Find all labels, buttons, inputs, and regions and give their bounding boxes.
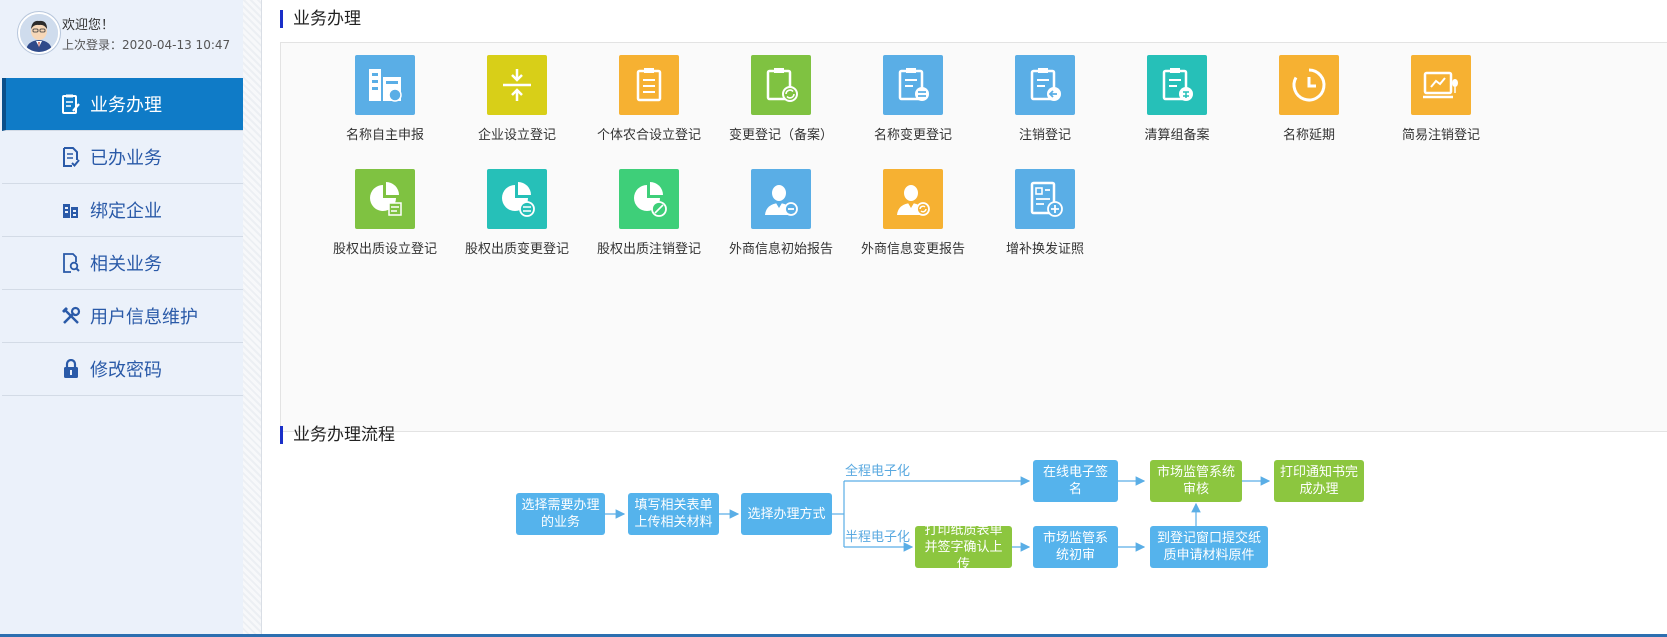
sidebar-item-related[interactable]: 相关业务 xyxy=(2,237,243,290)
sidebar-item-bind-enterprise[interactable]: 绑定企业 xyxy=(2,184,243,237)
pie-edit-icon xyxy=(355,169,415,229)
tile-pledge-change[interactable]: 股权出质变更登记 xyxy=(447,169,587,257)
document-check-icon xyxy=(60,146,82,168)
tile-foreign-initial[interactable]: 外商信息初始报告 xyxy=(711,169,851,257)
tile-label: 变更登记（备案） xyxy=(728,128,833,143)
flow-step-choose-method: 选择办理方式 xyxy=(741,493,832,535)
flow-step-initial-review: 市场监管系统初审 xyxy=(1033,526,1118,568)
flow-label-full: 全程电子化 xyxy=(845,464,911,479)
sidebar-item-password[interactable]: 修改密码 xyxy=(2,343,243,396)
flow-step-select-business: 选择需要办理的业务 xyxy=(516,493,605,535)
building-icon xyxy=(60,199,82,221)
tile-change-register[interactable]: 变更登记（备案） xyxy=(711,55,851,143)
sidebar-item-label: 修改密码 xyxy=(90,360,162,381)
flow-label-half: 半程电子化 xyxy=(845,530,911,545)
tile-label: 注销登记 xyxy=(1018,128,1071,143)
change-register-icon xyxy=(751,55,811,115)
business-panel: 名称自主申报 企业设立登记 个体农合设立登记 变更登记（备案） 名称变更登记 注… xyxy=(280,42,1667,432)
tile-label: 名称延期 xyxy=(1282,128,1335,143)
business-section-title: 业务办理 xyxy=(280,10,361,28)
tile-label: 名称变更登记 xyxy=(873,128,952,143)
tile-pledge-setup[interactable]: 股权出质设立登记 xyxy=(315,169,455,257)
tile-label: 增补换发证照 xyxy=(1005,242,1084,257)
avatar xyxy=(18,12,60,54)
clipboard-edit-icon xyxy=(60,93,82,115)
tile-label: 外商信息初始报告 xyxy=(728,242,833,257)
tile-individual-register[interactable]: 个体农合设立登记 xyxy=(579,55,719,143)
cancel-register-icon xyxy=(1015,55,1075,115)
tile-label: 股权出质变更登记 xyxy=(464,242,569,257)
name-declare-icon xyxy=(355,55,415,115)
sidebar-item-label: 用户信息维护 xyxy=(90,307,198,328)
welcome-text: 欢迎您！ xyxy=(62,18,115,33)
tile-liquidation[interactable]: 清算组备案 xyxy=(1107,55,1247,143)
tile-simple-cancel[interactable]: 简易注销登记 xyxy=(1371,55,1511,143)
tile-name-declare[interactable]: 名称自主申报 xyxy=(315,55,455,143)
flow-step-system-review: 市场监管系统审核 xyxy=(1150,460,1242,502)
sidebar-nav: 业务办理 已办业务 绑定企业 相关业务 用户信息维护 修改密码 xyxy=(2,78,243,396)
sidebar-item-user-info[interactable]: 用户信息维护 xyxy=(2,290,243,343)
avatar-icon xyxy=(20,14,58,52)
tile-label: 外商信息变更报告 xyxy=(860,242,965,257)
flow-step-print-paper: 打印纸质表单并签字确认上传 xyxy=(915,523,1012,572)
tile-label: 个体农合设立登记 xyxy=(596,128,701,143)
tools-icon xyxy=(60,305,82,327)
tile-label: 简易注销登记 xyxy=(1401,128,1480,143)
last-login-text: 上次登录：2020-04-13 10:47 xyxy=(62,38,231,52)
tile-label: 股权出质设立登记 xyxy=(332,242,437,257)
process-flow: 全程电子化 半程电子化 选择需要办理的业务 填写相关表单上传相关材料 选择办理方… xyxy=(262,460,1667,637)
flow-step-submit-originals: 到登记窗口提交纸质申请材料原件 xyxy=(1150,526,1268,568)
tile-foreign-change[interactable]: 外商信息变更报告 xyxy=(843,169,983,257)
tile-enterprise-setup[interactable]: 企业设立登记 xyxy=(447,55,587,143)
user-info: 欢迎您！ 上次登录：2020-04-13 10:47 xyxy=(18,12,243,62)
lock-icon xyxy=(60,358,82,380)
sidebar-item-done[interactable]: 已办业务 xyxy=(2,131,243,184)
liquidation-icon xyxy=(1147,55,1207,115)
main-content: 业务办理 名称自主申报 企业设立登记 个体农合设立登记 变更登记（备案） 名称变… xyxy=(262,0,1667,637)
person-change-icon xyxy=(883,169,943,229)
tile-label: 清算组备案 xyxy=(1144,128,1210,143)
pie-cancel-icon xyxy=(619,169,679,229)
individual-register-icon xyxy=(619,55,679,115)
person-report-icon xyxy=(751,169,811,229)
simple-cancel-icon xyxy=(1411,55,1471,115)
enterprise-setup-icon xyxy=(487,55,547,115)
flow-step-online-sign: 在线电子签名 xyxy=(1033,460,1118,502)
sidebar: 欢迎您！ 上次登录：2020-04-13 10:47 业务办理 已办业务 绑定企… xyxy=(0,0,262,637)
sidebar-item-label: 绑定企业 xyxy=(90,201,162,222)
flow-step-fill-form: 填写相关表单上传相关材料 xyxy=(628,493,719,535)
tile-cancel-register[interactable]: 注销登记 xyxy=(975,55,1115,143)
tile-label: 企业设立登记 xyxy=(477,128,556,143)
tile-pledge-cancel[interactable]: 股权出质注销登记 xyxy=(579,169,719,257)
sidebar-item-label: 相关业务 xyxy=(90,254,162,275)
sidebar-item-label: 已办业务 xyxy=(90,148,162,169)
flow-step-print-notice: 打印通知书完成办理 xyxy=(1274,460,1364,502)
document-search-icon xyxy=(60,252,82,274)
tile-label: 股权出质注销登记 xyxy=(596,242,701,257)
clock-icon xyxy=(1279,55,1339,115)
tile-label: 名称自主申报 xyxy=(345,128,424,143)
name-change-icon xyxy=(883,55,943,115)
sidebar-splitter[interactable] xyxy=(243,0,262,637)
sidebar-item-business[interactable]: 业务办理 xyxy=(2,78,243,131)
tile-name-extension[interactable]: 名称延期 xyxy=(1239,55,1379,143)
pie-exchange-icon xyxy=(487,169,547,229)
license-add-icon xyxy=(1015,169,1075,229)
flow-section-title: 业务办理流程 xyxy=(280,426,395,444)
sidebar-item-label: 业务办理 xyxy=(90,95,162,116)
tile-name-change[interactable]: 名称变更登记 xyxy=(843,55,983,143)
tile-license-reissue[interactable]: 增补换发证照 xyxy=(975,169,1115,257)
